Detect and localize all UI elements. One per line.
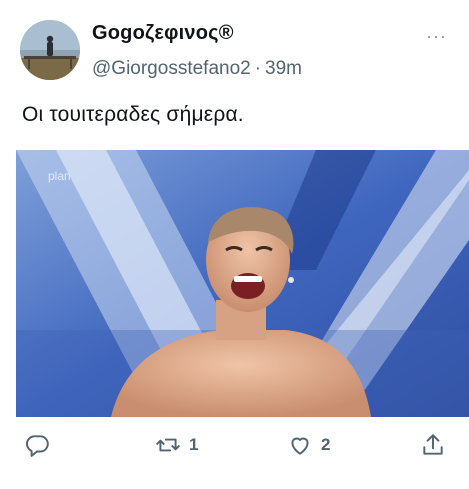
user-handle[interactable]: @Giorgosstefano2 [92, 58, 251, 79]
separator-dot: · [254, 58, 262, 79]
retweet-button[interactable]: 1 [155, 432, 198, 458]
tweet-actions: 1 2 [0, 428, 469, 468]
retweet-icon [156, 438, 180, 452]
share-icon [423, 434, 443, 455]
more-options-icon[interactable]: ··· [426, 26, 447, 47]
heart-icon [291, 437, 309, 455]
display-name[interactable]: Gogoζεφινος® [92, 22, 234, 45]
reply-button[interactable] [24, 432, 58, 458]
avatar-image [20, 20, 80, 80]
like-button[interactable]: 2 [287, 432, 330, 458]
media-watermark: plan [48, 169, 71, 183]
media-image: plan [16, 150, 469, 417]
share-button[interactable] [420, 432, 446, 458]
retweet-count: 1 [189, 435, 199, 454]
handle-row: @Giorgosstefano2 · 39m [92, 58, 302, 80]
tweet-card[interactable]: Gogoζεφινος® @Giorgosstefano2 · 39m ··· Οι… [0, 0, 469, 489]
tweet-text: Οι τουιτεραδες σήμερα. [22, 103, 244, 126]
like-count: 2 [321, 435, 331, 454]
tweet-media[interactable]: plan [16, 150, 469, 417]
avatar[interactable] [20, 20, 80, 80]
reply-icon [26, 435, 49, 457]
timestamp[interactable]: 39m [265, 58, 302, 79]
